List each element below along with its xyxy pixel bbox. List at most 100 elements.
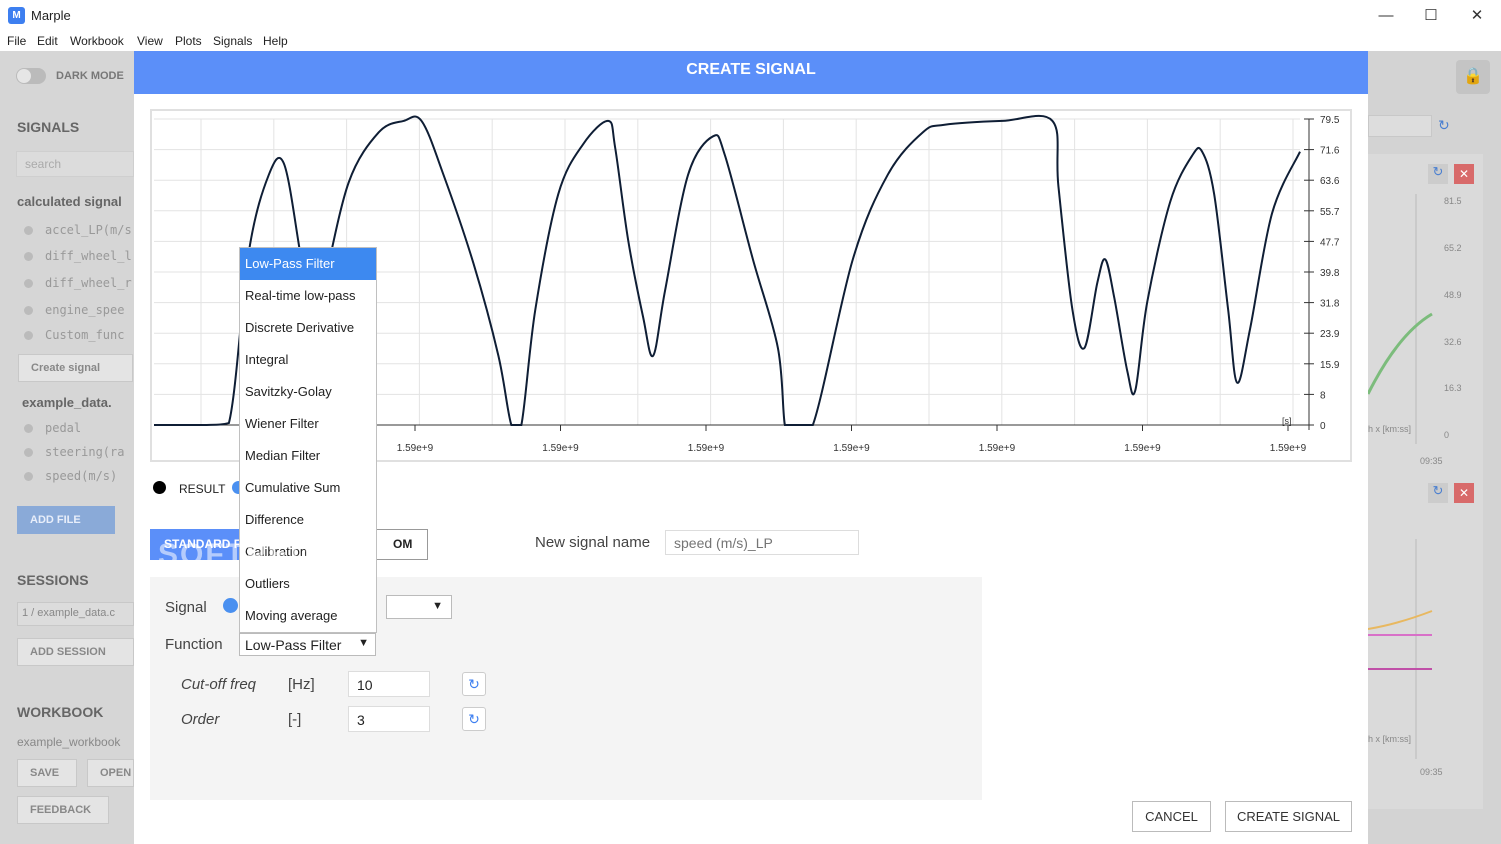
dropdown-item-discrete-derivative[interactable]: Discrete Derivative	[240, 312, 376, 344]
x-axis-label: h x [km:ss]	[1368, 424, 1412, 434]
minimize-button[interactable]: —	[1363, 0, 1409, 31]
signal-item[interactable]: diff_wheel_l	[24, 249, 132, 263]
dropdown-item-cumulative-sum[interactable]: Cumulative Sum	[240, 472, 376, 504]
app-logo-icon: M	[8, 7, 25, 24]
lock-icon[interactable]: 🔒	[1456, 60, 1490, 94]
x-tick: 09:35	[1420, 767, 1443, 777]
workbook-name: example_workbook	[17, 735, 121, 749]
tab-custom[interactable]: OM	[376, 529, 428, 560]
dropdown-item-outliers[interactable]: Outliers	[240, 568, 376, 600]
x-axis-unit-label: [s]	[1282, 416, 1292, 426]
right-chart-2: ↻ ✕ h x [km:ss] 09:35	[1368, 479, 1483, 809]
signal-item[interactable]: speed(m/s)	[24, 469, 117, 483]
y-tick-label: 71.6	[1320, 146, 1340, 157]
menu-view[interactable]: View	[137, 34, 163, 48]
x-tick-label: 1.59e+9	[833, 443, 870, 454]
x-axis-label: h x [km:ss]	[1368, 734, 1412, 744]
right-panel: 🔒 ↻ ↻ ✕ 81.5 65.2 48.9 32.6 16.3 0 09:35…	[1368, 51, 1501, 844]
legend-result-marker[interactable]	[153, 481, 166, 494]
signal-item[interactable]: accel_LP(m/s	[24, 223, 132, 237]
add-session-button[interactable]: ADD SESSION	[17, 638, 134, 666]
y-tick: 48.9	[1444, 290, 1462, 300]
right-input[interactable]	[1368, 115, 1432, 137]
feedback-button[interactable]: FEEDBACK	[17, 796, 109, 824]
function-select[interactable]: Low-Pass Filter ▼	[239, 633, 376, 656]
dropdown-item-integral[interactable]: Integral	[240, 344, 376, 376]
signal-search-input[interactable]: search	[16, 151, 134, 177]
dark-mode-toggle[interactable]	[16, 68, 46, 84]
order-input[interactable]: 3	[348, 706, 430, 732]
y-tick: 16.3	[1444, 383, 1462, 393]
cancel-button[interactable]: CANCEL	[1132, 801, 1211, 832]
window-title: Marple	[31, 8, 71, 23]
y-tick: 32.6	[1444, 337, 1462, 347]
session-select[interactable]: 1 / example_data.c	[17, 602, 134, 626]
function-select-value: Low-Pass Filter	[245, 637, 342, 653]
menu-help[interactable]: Help	[263, 34, 288, 48]
menu-workbook[interactable]: Workbook	[70, 34, 124, 48]
x-tick-label: 1.59e+9	[542, 443, 579, 454]
menu-file[interactable]: File	[7, 34, 26, 48]
y-tick-label: 31.8	[1320, 299, 1340, 310]
menu-signals[interactable]: Signals	[213, 34, 252, 48]
y-tick-label: 0	[1320, 421, 1326, 432]
menu-edit[interactable]: Edit	[37, 34, 58, 48]
param-unit: [-]	[288, 711, 302, 728]
chevron-down-icon: ▼	[358, 637, 369, 649]
signal-item[interactable]: diff_wheel_r	[24, 276, 132, 290]
dialog-title: CREATE SIGNAL	[134, 51, 1368, 94]
menu-plots[interactable]: Plots	[175, 34, 202, 48]
x-tick-label: 1.59e+9	[688, 443, 725, 454]
title-bar: M Marple — ☐ ✕	[0, 0, 1501, 31]
y-tick-label: 23.9	[1320, 329, 1340, 340]
new-signal-name-input[interactable]	[665, 530, 859, 555]
refresh-icon[interactable]: ↻	[1428, 164, 1448, 184]
dropdown-item-moving-average[interactable]: Moving average	[240, 600, 376, 632]
x-tick-label: 1.59e+9	[979, 443, 1016, 454]
function-label: Function	[165, 636, 223, 653]
delete-icon[interactable]: ✕	[1454, 164, 1474, 184]
dark-mode-label: DARK MODE	[56, 70, 124, 82]
signal-item[interactable]: Custom_func	[24, 328, 124, 342]
delete-icon[interactable]: ✕	[1454, 483, 1474, 503]
signal-select[interactable]: ▼	[386, 595, 452, 619]
calculated-signals-heading: calculated signal	[17, 194, 122, 209]
maximize-button[interactable]: ☐	[1408, 0, 1454, 31]
sessions-heading: SESSIONS	[17, 572, 89, 588]
dropdown-item-median-filter[interactable]: Median Filter	[240, 440, 376, 472]
signal-item[interactable]: steering(ra	[24, 445, 124, 459]
dropdown-item-wiener-filter[interactable]: Wiener Filter	[240, 408, 376, 440]
y-tick: 0	[1444, 430, 1450, 440]
close-window-button[interactable]: ✕	[1454, 0, 1500, 31]
y-tick-label: 55.7	[1320, 207, 1340, 218]
file-heading: example_data.	[22, 395, 112, 410]
dropdown-item-savitzky-golay[interactable]: Savitzky-Golay	[240, 376, 376, 408]
create-signal-sidebar-button[interactable]: Create signal	[18, 354, 133, 382]
signal-item[interactable]: pedal	[24, 421, 81, 435]
dropdown-item-real-time-low-pass[interactable]: Real-time low-pass	[240, 280, 376, 312]
create-signal-button[interactable]: CREATE SIGNAL	[1225, 801, 1352, 832]
refresh-icon[interactable]: ↻	[1438, 117, 1450, 134]
y-tick-label: 15.9	[1320, 360, 1340, 371]
cutoff-freq-input[interactable]: 10	[348, 671, 430, 697]
signal-item[interactable]: engine_spee	[24, 303, 124, 317]
y-tick: 65.2	[1444, 243, 1462, 253]
param-unit: [Hz]	[288, 676, 315, 693]
legend-result-label: RESULT	[179, 482, 226, 496]
refresh-icon[interactable]: ↻	[1428, 483, 1448, 503]
add-file-button[interactable]: ADD FILE	[17, 506, 115, 534]
sidebar: DARK MODE SIGNALS search calculated sign…	[0, 51, 134, 844]
save-workbook-button[interactable]: SAVE	[17, 759, 77, 787]
workbook-heading: WORKBOOK	[17, 704, 104, 720]
signals-heading: SIGNALS	[17, 119, 80, 135]
watermark: SOFTPEDIA	[158, 538, 348, 571]
dropdown-item-difference[interactable]: Difference	[240, 504, 376, 536]
reset-icon[interactable]: ↻	[462, 672, 486, 696]
signal-label: Signal	[165, 599, 207, 616]
y-tick-label: 39.8	[1320, 268, 1340, 279]
reset-icon[interactable]: ↻	[462, 707, 486, 731]
param-name: Cut-off freq	[181, 676, 257, 693]
dropdown-item-low-pass-filter[interactable]: Low-Pass Filter	[240, 248, 376, 280]
open-workbook-button[interactable]: OPEN	[87, 759, 134, 787]
right-chart-1: ↻ ✕ 81.5 65.2 48.9 32.6 16.3 0 09:35 h x…	[1368, 154, 1483, 509]
